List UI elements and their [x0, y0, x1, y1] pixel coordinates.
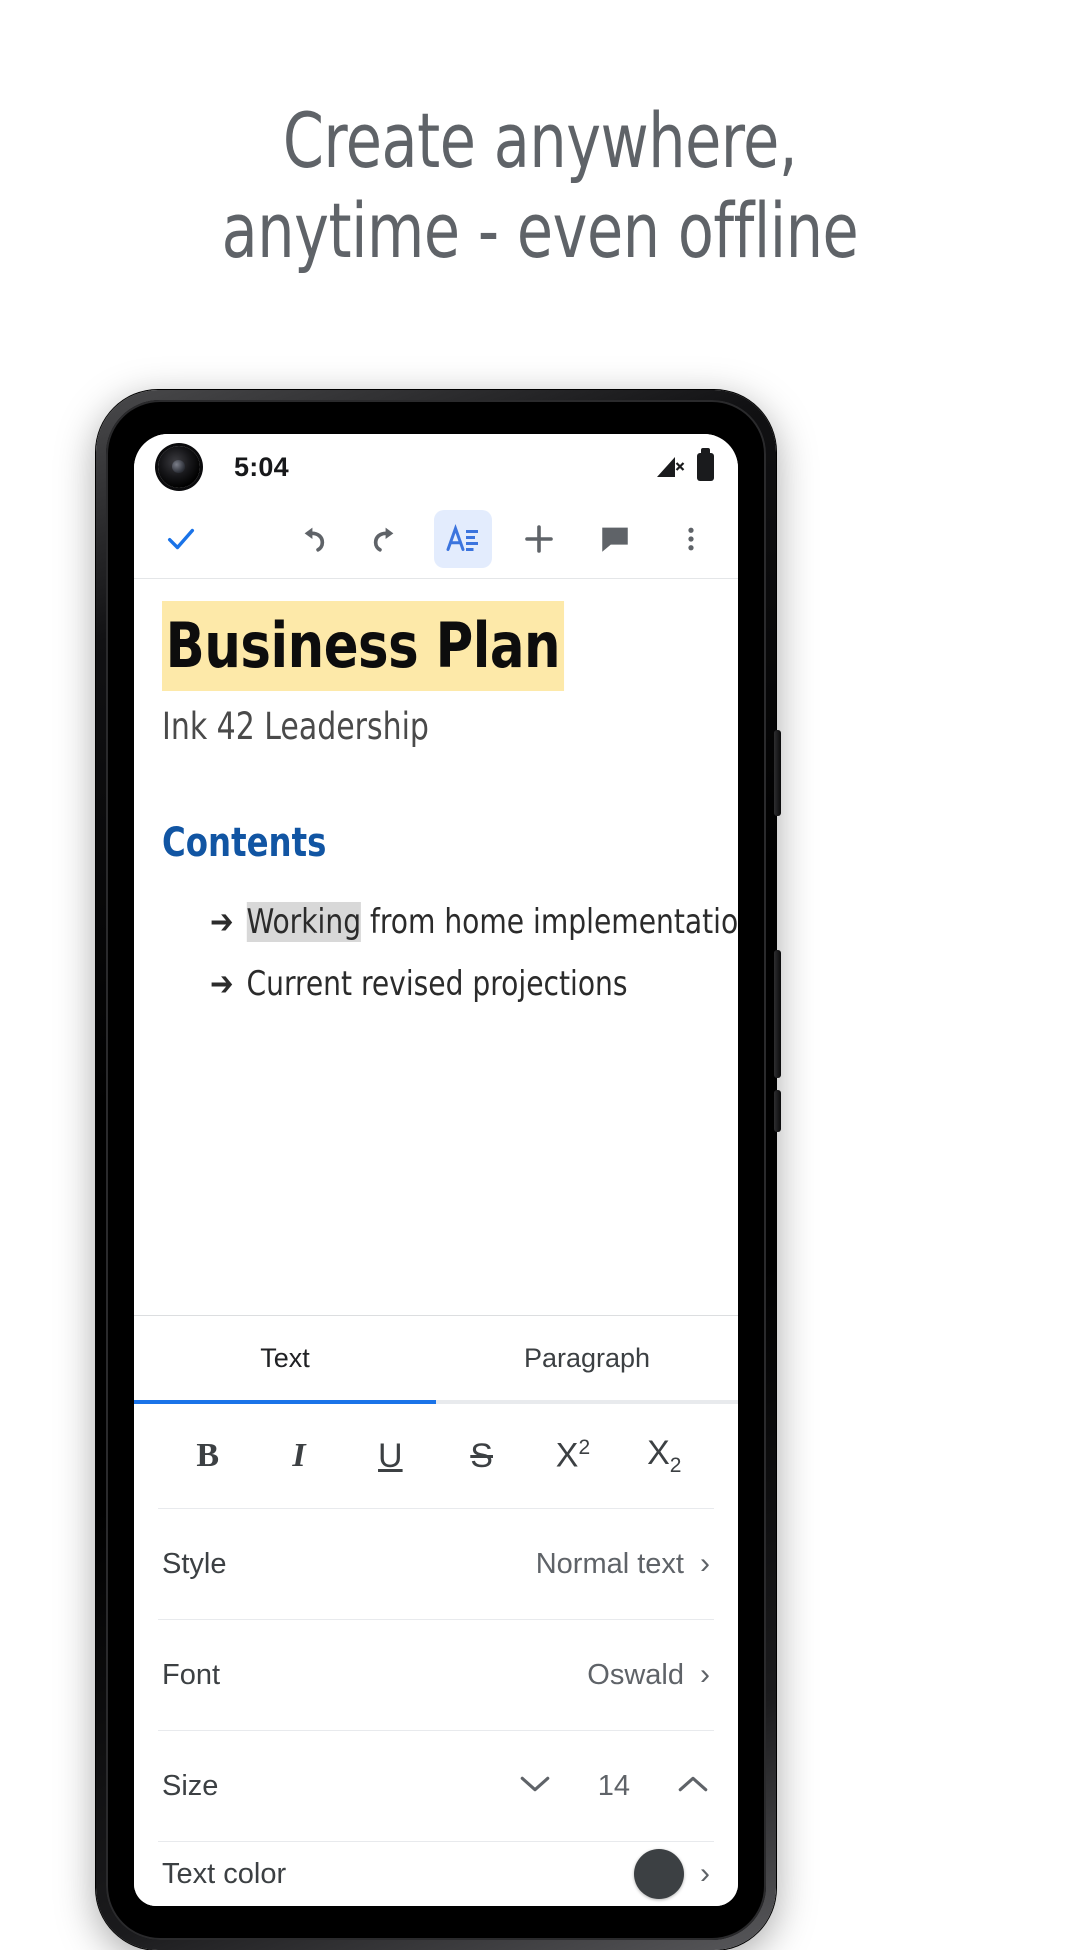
tab-indicator-inactive: [436, 1400, 738, 1404]
done-checkmark-icon[interactable]: [152, 510, 210, 568]
size-stepper: 14: [518, 1770, 710, 1803]
promo-headline-line2: anytime - even offline: [221, 185, 859, 275]
style-value: Normal text: [535, 1547, 684, 1580]
tab-indicator-active: [134, 1400, 436, 1404]
underline-button[interactable]: U: [345, 1437, 436, 1476]
bullet-arrow-icon: ➔: [210, 963, 234, 1004]
font-value: Oswald: [587, 1658, 684, 1691]
text-color-label: Text color: [162, 1857, 287, 1890]
tab-paragraph[interactable]: Paragraph: [436, 1316, 738, 1400]
chevron-right-icon: ›: [700, 1547, 710, 1580]
comment-icon[interactable]: [586, 510, 644, 568]
chevron-right-icon: ›: [700, 1857, 710, 1890]
superscript-base: X: [555, 1436, 579, 1475]
size-value: 14: [597, 1769, 630, 1802]
toolbar-actions: [282, 510, 720, 568]
bold-button[interactable]: B: [162, 1437, 253, 1475]
list-item[interactable]: ➔ Current revised projections: [210, 964, 670, 1004]
more-vertical-icon[interactable]: [662, 510, 720, 568]
style-value-group: Normal text ›: [536, 1548, 710, 1581]
tab-text[interactable]: Text: [134, 1316, 436, 1400]
document-title: Business Plan: [162, 601, 564, 691]
subscript-base: X: [647, 1434, 670, 1473]
size-row: Size 14: [134, 1731, 738, 1841]
document-canvas[interactable]: Business Plan Ink 42 Leadership Contents…: [134, 579, 738, 1009]
subscript-button[interactable]: X2: [619, 1434, 710, 1478]
list-item[interactable]: ➔ Working from home implementations: [210, 901, 738, 942]
text-style-button-row: B I U S X2 X2: [134, 1404, 738, 1508]
plus-icon[interactable]: [510, 510, 568, 568]
power-button[interactable]: [774, 730, 781, 816]
document-bullet-list: ➔ Working from home implementations ➔ Curr…: [162, 901, 738, 1009]
promo-headline: Create anywhere, anytime - even offline: [76, 96, 1005, 275]
style-row[interactable]: Style Normal text ›: [134, 1509, 738, 1619]
superscript-script: 2: [578, 1436, 591, 1460]
text-format-icon[interactable]: [434, 510, 492, 568]
subscript-script: 2: [669, 1453, 682, 1477]
list-item-label: Current revised projections: [246, 963, 628, 1004]
format-sheet-tabs: Text Paragraph: [134, 1316, 738, 1400]
phone-screen: 5:04 Business Plan Ink 42 Leadership Con…: [134, 434, 738, 1906]
chevron-right-icon: ›: [700, 1658, 710, 1691]
superscript-button[interactable]: X2: [527, 1436, 618, 1475]
promo-headline-line1: Create anywhere,: [282, 96, 798, 185]
chevron-up-icon[interactable]: [676, 1771, 710, 1801]
strikethrough-button[interactable]: S: [436, 1437, 527, 1476]
status-bar-icons: [655, 448, 714, 481]
font-value-group: Oswald ›: [587, 1659, 710, 1692]
text-color-value-group: ›: [634, 1849, 710, 1899]
text-color-row[interactable]: Text color ›: [134, 1842, 738, 1906]
size-label: Size: [162, 1769, 219, 1802]
format-bottom-sheet: Text Paragraph B I U S X2 X2 Style Norma…: [134, 1316, 738, 1906]
cellular-signal-no-service-icon: [655, 454, 685, 480]
document-heading-contents: Contents: [162, 819, 327, 866]
front-camera-punch-hole: [158, 446, 200, 488]
bullet-arrow-icon: ➔: [210, 901, 234, 942]
selected-text: Working: [246, 901, 362, 942]
document-subtitle: Ink 42 Leadership: [162, 704, 429, 748]
italic-button[interactable]: I: [253, 1437, 344, 1475]
status-bar-clock: 5:04: [234, 451, 289, 482]
battery-full-icon: [697, 448, 714, 481]
font-label: Font: [162, 1658, 221, 1691]
list-item-label: from home implementations: [361, 901, 738, 942]
phone-device-frame: 5:04 Business Plan Ink 42 Leadership Con…: [96, 390, 781, 1950]
style-label: Style: [162, 1547, 227, 1580]
text-color-swatch[interactable]: [634, 1849, 684, 1899]
chevron-down-icon[interactable]: [518, 1771, 552, 1801]
font-row[interactable]: Font Oswald ›: [134, 1620, 738, 1730]
volume-up-button[interactable]: [774, 950, 781, 1078]
docs-toolbar: [134, 500, 738, 578]
redo-arrow-icon[interactable]: [358, 510, 416, 568]
undo-arrow-icon[interactable]: [282, 510, 340, 568]
tab-indicator: [134, 1400, 738, 1404]
volume-down-button[interactable]: [774, 1090, 781, 1132]
status-bar: 5:04: [134, 434, 738, 500]
